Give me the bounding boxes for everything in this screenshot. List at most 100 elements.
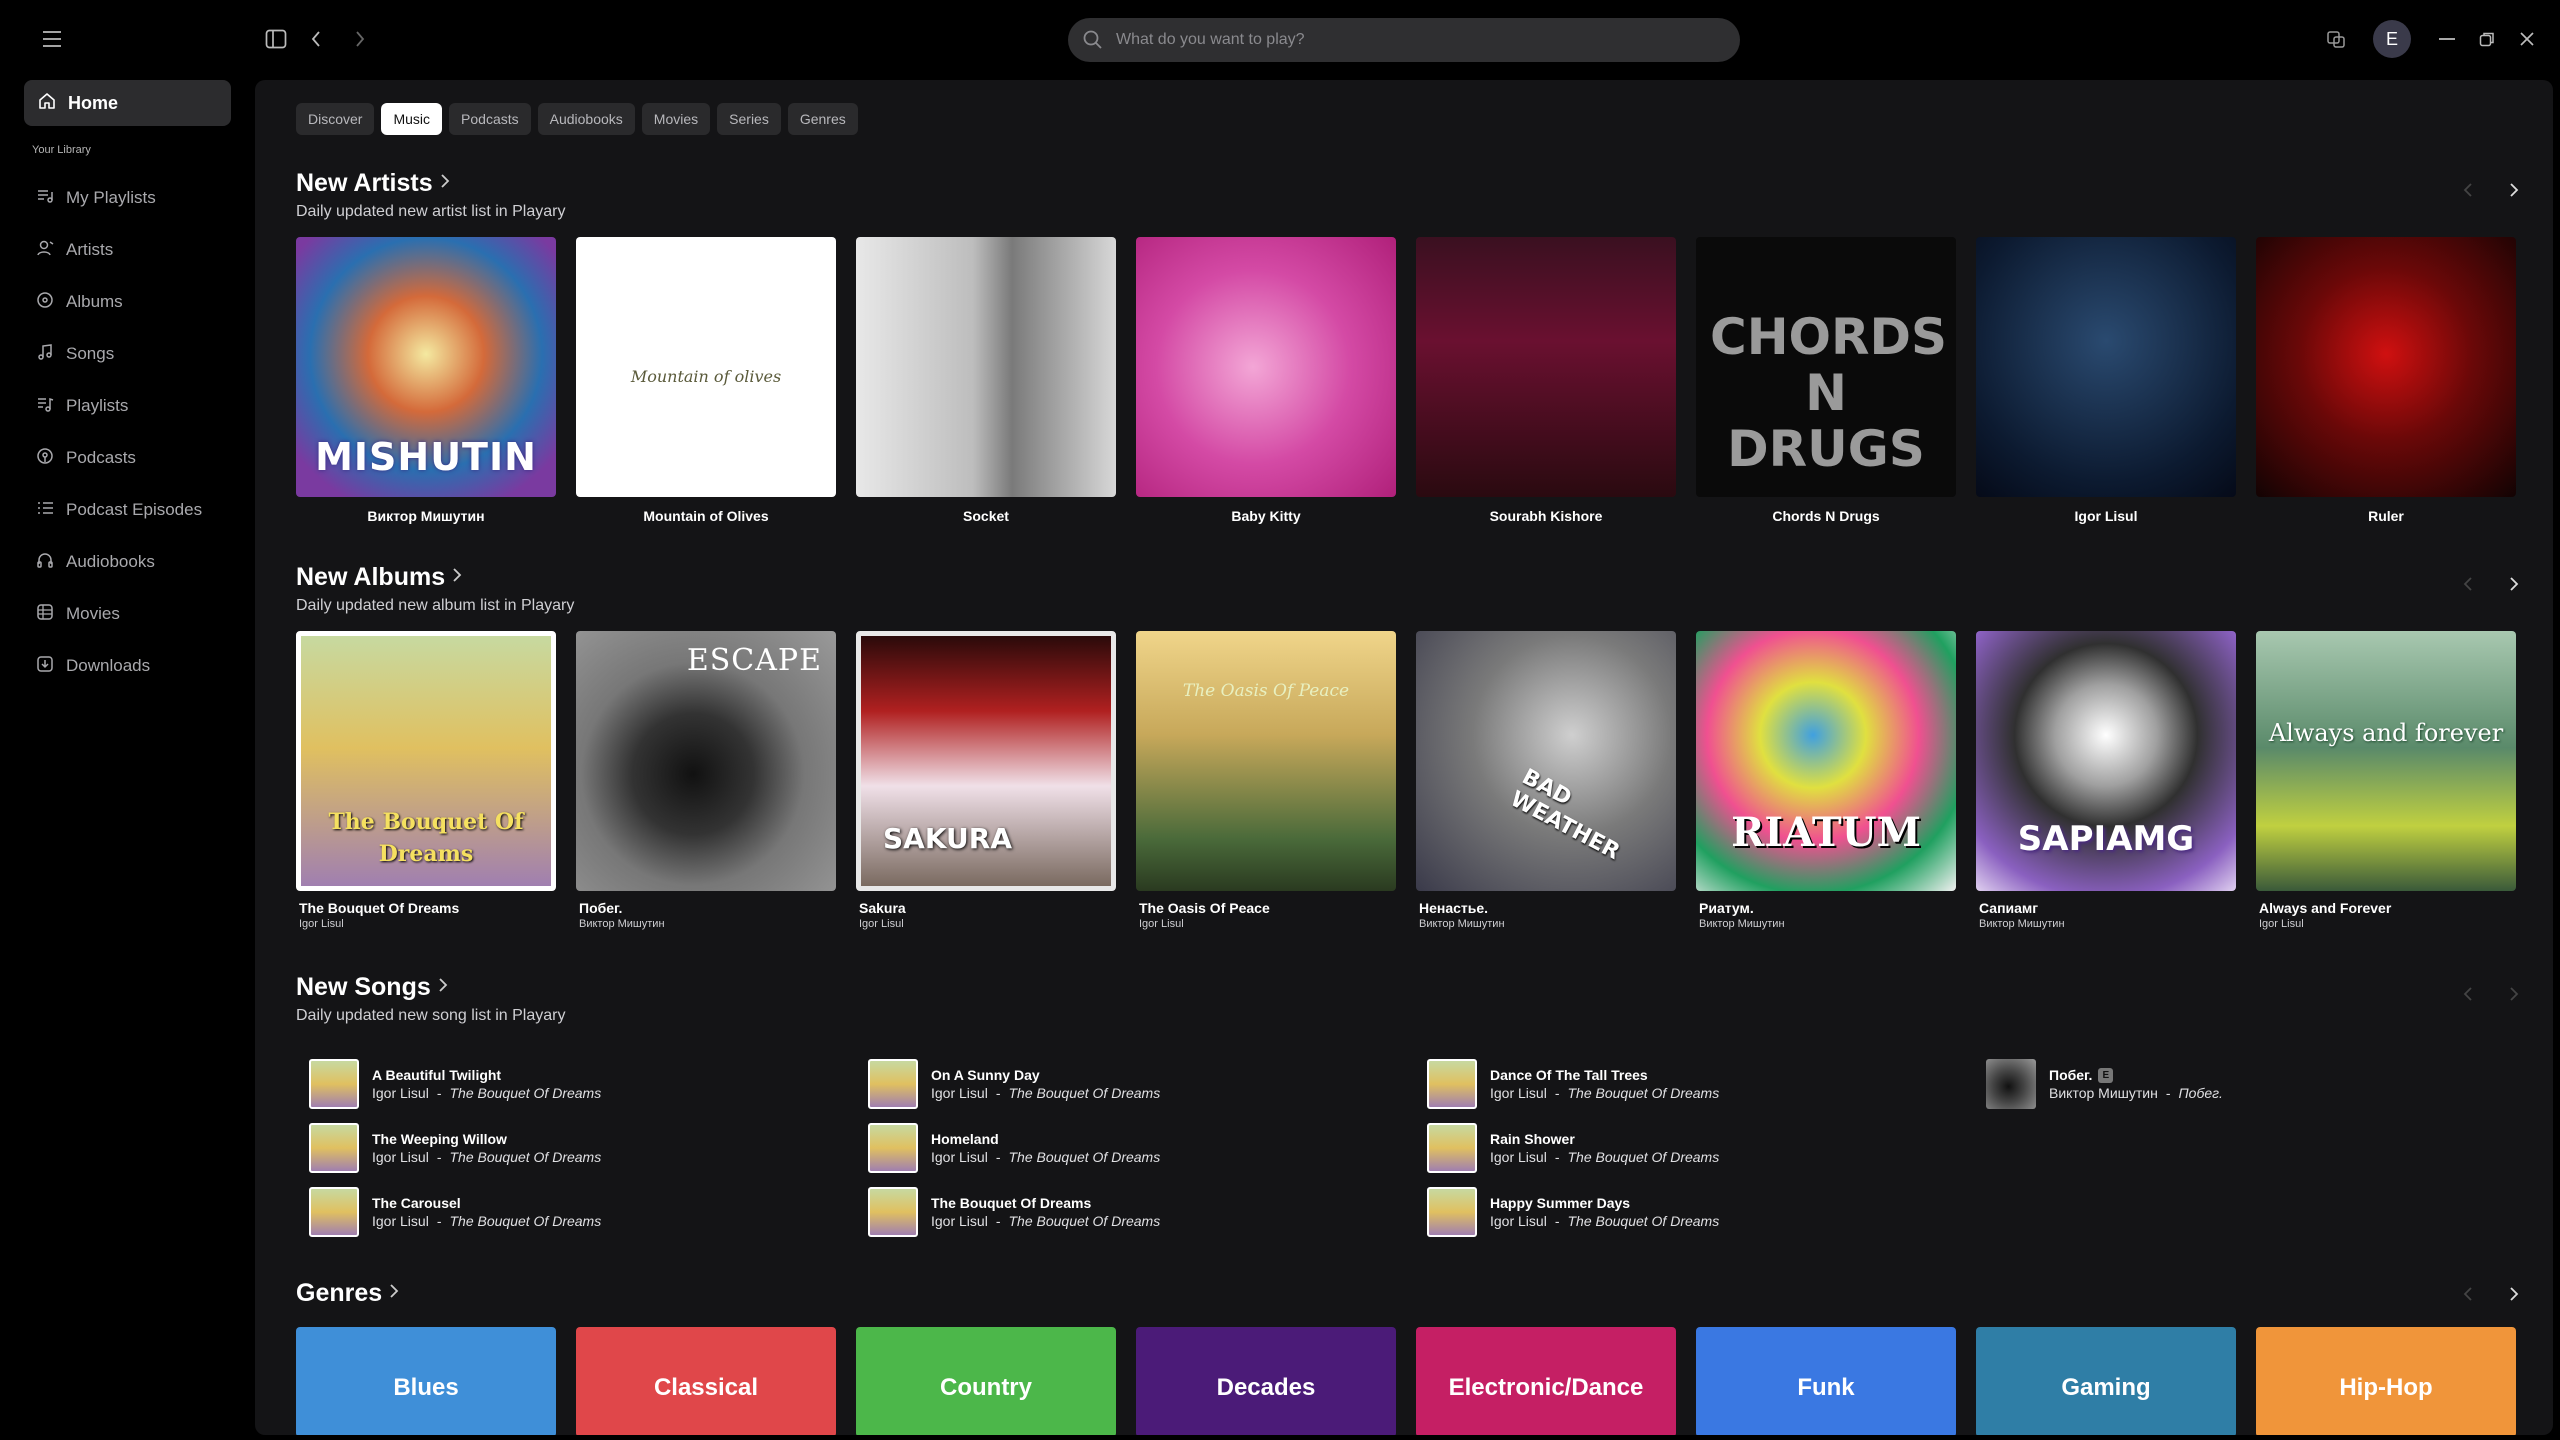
menu-icon[interactable] xyxy=(32,19,72,59)
song-item[interactable]: Rain Shower Igor Lisul - The Bouquet Of Dre… xyxy=(1414,1116,1973,1180)
minimize-icon[interactable] xyxy=(2427,19,2467,59)
search-bar[interactable] xyxy=(1068,18,1740,62)
album-card[interactable]: RIATUM Риатум. Виктор Мишутин xyxy=(1696,631,1956,930)
genre-card[interactable]: Decades xyxy=(1136,1327,1396,1435)
genre-card[interactable]: Gaming xyxy=(1976,1327,2236,1435)
song-album[interactable]: Побег. xyxy=(2179,1085,2223,1101)
song-item[interactable]: A Beautiful Twilight Igor Lisul - The Bouqu… xyxy=(296,1052,855,1116)
section-title-new-albums[interactable]: New Albums xyxy=(296,562,2526,592)
artist-card[interactable]: Baby Kitty xyxy=(1136,237,1396,524)
back-icon[interactable] xyxy=(296,19,336,59)
album-cover-text: SAPIAMG xyxy=(2017,819,2195,859)
section-title-new-artists[interactable]: New Artists xyxy=(296,168,2526,198)
song-artist[interactable]: Igor Lisul xyxy=(931,1149,988,1165)
genre-card[interactable]: Classical xyxy=(576,1327,836,1435)
genre-card[interactable]: Country xyxy=(856,1327,1116,1435)
song-album[interactable]: The Bouquet Of Dreams xyxy=(1008,1149,1160,1165)
artist-card[interactable]: Sourabh Kishore xyxy=(1416,237,1676,524)
artist-card[interactable]: Socket xyxy=(856,237,1116,524)
restore-icon[interactable] xyxy=(2467,19,2507,59)
song-artist[interactable]: Igor Lisul xyxy=(931,1213,988,1229)
song-album[interactable]: The Bouquet Of Dreams xyxy=(449,1213,601,1229)
song-item[interactable]: The Bouquet Of Dreams Igor Lisul - The Bouq… xyxy=(855,1180,1414,1244)
genre-card[interactable]: Blues xyxy=(296,1327,556,1435)
song-meta: Igor Lisul - The Bouquet Of Dreams xyxy=(372,1213,601,1229)
song-artist[interactable]: Igor Lisul xyxy=(1490,1149,1547,1165)
sidebar-item-home[interactable]: Home xyxy=(24,80,231,126)
song-artist[interactable]: Igor Lisul xyxy=(1490,1213,1547,1229)
artist-card[interactable]: Mountain of olives Mountain of Olives xyxy=(576,237,836,524)
sidebar-item-albums[interactable]: Albums xyxy=(24,276,231,328)
artist-card[interactable]: Igor Lisul xyxy=(1976,237,2236,524)
sidebar-item-movies[interactable]: Movies xyxy=(24,588,231,640)
album-card[interactable]: SAKURA Sakura Igor Lisul xyxy=(856,631,1116,930)
carousel-prev-icon[interactable] xyxy=(2456,1282,2480,1306)
sidebar-item-playlists[interactable]: Playlists xyxy=(24,380,231,432)
carousel-next-icon[interactable] xyxy=(2502,178,2526,202)
close-icon[interactable] xyxy=(2507,19,2547,59)
album-cover-text: RIATUM xyxy=(1731,809,1921,856)
song-item[interactable]: Happy Summer Days Igor Lisul - The Bouquet … xyxy=(1414,1180,1973,1244)
genre-card[interactable]: Hip-Hop xyxy=(2256,1327,2516,1435)
connect-devices-icon[interactable] xyxy=(2316,19,2356,59)
artist-card[interactable]: Ruler xyxy=(2256,237,2516,524)
tab-genres[interactable]: Genres xyxy=(787,103,858,135)
song-item[interactable]: Dance Of The Tall Trees Igor Lisul - The Bo… xyxy=(1414,1052,1973,1116)
album-card[interactable]: The Oasis Of Peace The Oasis Of Peace Igor… xyxy=(1136,631,1396,930)
sidebar-item-podcast-episodes[interactable]: Podcast Episodes xyxy=(24,484,231,536)
tab-podcasts[interactable]: Podcasts xyxy=(449,103,531,135)
carousel-next-icon[interactable] xyxy=(2502,1282,2526,1306)
song-album[interactable]: The Bouquet Of Dreams xyxy=(1567,1149,1719,1165)
sidebar-item-artists[interactable]: Artists xyxy=(24,224,231,276)
song-artist[interactable]: Igor Lisul xyxy=(1490,1085,1547,1101)
song-item[interactable]: The Carousel Igor Lisul - The Bouquet Of Dr… xyxy=(296,1180,855,1244)
tab-music[interactable]: Music xyxy=(381,103,443,135)
genre-card[interactable]: Electronic/Dance xyxy=(1416,1327,1676,1435)
carousel-prev-icon[interactable] xyxy=(2456,178,2480,202)
album-card[interactable]: The Bouquet Of Dreams The Bouquet Of Drea… xyxy=(296,631,556,930)
song-album[interactable]: The Bouquet Of Dreams xyxy=(449,1085,601,1101)
album-card[interactable]: SAPIAMG Сапиамг Виктор Мишутин xyxy=(1976,631,2236,930)
sidebar-item-downloads[interactable]: Downloads xyxy=(24,640,231,692)
sidebar-item-my-playlists[interactable]: My Playlists xyxy=(24,172,231,224)
song-item[interactable]: On A Sunny Day Igor Lisul - The Bouquet Of … xyxy=(855,1052,1414,1116)
song-album[interactable]: The Bouquet Of Dreams xyxy=(449,1149,601,1165)
song-album[interactable]: The Bouquet Of Dreams xyxy=(1008,1085,1160,1101)
album-card[interactable]: BAD WEATHER Ненастье. Виктор Мишутин xyxy=(1416,631,1676,930)
song-artist[interactable]: Igor Lisul xyxy=(931,1085,988,1101)
genre-card[interactable]: Funk xyxy=(1696,1327,1956,1435)
carousel-prev-icon[interactable] xyxy=(2456,982,2480,1006)
section-title-new-songs[interactable]: New Songs xyxy=(296,972,2526,1002)
section-title-genres[interactable]: Genres xyxy=(296,1278,2526,1308)
sidebar-item-audiobooks[interactable]: Audiobooks xyxy=(24,536,231,588)
album-card[interactable]: Always and forever Always and Forever Igor… xyxy=(2256,631,2516,930)
song-artist[interactable]: Igor Lisul xyxy=(372,1213,429,1229)
artist-card[interactable]: CHORDS N DRUGS Chords N Drugs xyxy=(1696,237,1956,524)
tab-movies[interactable]: Movies xyxy=(641,103,711,135)
forward-icon[interactable] xyxy=(340,19,380,59)
song-album[interactable]: The Bouquet Of Dreams xyxy=(1567,1213,1719,1229)
album-card[interactable]: ESCAPE Побег. Виктор Мишутин xyxy=(576,631,836,930)
song-item[interactable]: The Weeping Willow Igor Lisul - The Bouquet… xyxy=(296,1116,855,1180)
tab-audiobooks[interactable]: Audiobooks xyxy=(537,103,635,135)
carousel-prev-icon[interactable] xyxy=(2456,572,2480,596)
tab-discover[interactable]: Discover xyxy=(296,103,375,135)
carousel-next-icon[interactable] xyxy=(2502,982,2526,1006)
user-avatar[interactable]: E xyxy=(2373,20,2411,58)
song-item[interactable]: Побег. E Виктор Мишутин - Побег. xyxy=(1973,1052,2532,1116)
sidebar-item-podcasts[interactable]: Podcasts xyxy=(24,432,231,484)
sidebar-toggle-icon[interactable] xyxy=(256,19,296,59)
artist-card[interactable]: MISHUTIN Виктор Мишутин xyxy=(296,237,556,524)
song-item[interactable]: Homeland Igor Lisul - The Bouquet Of Dreams xyxy=(855,1116,1414,1180)
carousel-next-icon[interactable] xyxy=(2502,572,2526,596)
song-artist[interactable]: Igor Lisul xyxy=(372,1149,429,1165)
song-album[interactable]: The Bouquet Of Dreams xyxy=(1567,1085,1719,1101)
separator: - xyxy=(2165,1085,2171,1101)
song-artist[interactable]: Igor Lisul xyxy=(372,1085,429,1101)
song-artist[interactable]: Виктор Мишутин xyxy=(2049,1085,2158,1101)
tab-series[interactable]: Series xyxy=(717,103,781,135)
song-text: The Carousel Igor Lisul - The Bouquet Of Dr… xyxy=(372,1195,601,1229)
search-input[interactable] xyxy=(1116,31,1740,49)
song-album[interactable]: The Bouquet Of Dreams xyxy=(1008,1213,1160,1229)
sidebar-item-songs[interactable]: Songs xyxy=(24,328,231,380)
